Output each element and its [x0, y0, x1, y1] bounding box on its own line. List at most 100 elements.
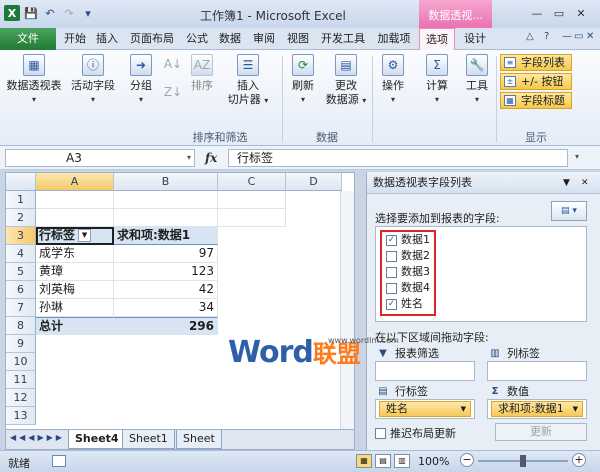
tab-view[interactable]: 视图 [283, 28, 313, 50]
filter-dropdown-icon[interactable]: ▼ [78, 229, 92, 242]
tab-design[interactable]: 设计 [458, 28, 492, 50]
sort-button[interactable]: AZ 排序 [186, 54, 218, 93]
save-icon[interactable]: 💾 [23, 5, 39, 21]
normal-view-icon[interactable]: ▦ [356, 454, 372, 468]
pivot-value[interactable]: 34 [114, 299, 218, 317]
value-field-pill[interactable]: 求和项:数据1 ▼ [491, 401, 583, 417]
chevron-down-icon[interactable]: ▼ [573, 402, 578, 416]
field-item[interactable]: 数据4 [386, 280, 430, 296]
cell[interactable] [36, 209, 114, 227]
zoom-level[interactable]: 100% [418, 455, 449, 468]
row-header[interactable]: 8 [6, 317, 36, 335]
row-labels-dropzone[interactable]: 姓名 ▼ [375, 399, 475, 419]
column-labels-dropzone[interactable] [487, 361, 587, 381]
formula-input[interactable]: 行标签 [228, 149, 568, 167]
row-header[interactable]: 9 [6, 335, 36, 353]
excel-app-icon[interactable]: X [4, 5, 20, 21]
customize-qat-icon[interactable]: ▾ [80, 5, 96, 21]
row-header[interactable]: 10 [6, 353, 36, 371]
expand-buttons-button[interactable]: ± +/- 按钮 [500, 73, 572, 90]
tab-formulas[interactable]: 公式 [182, 28, 212, 50]
tab-data[interactable]: 数据 [215, 28, 245, 50]
row-header[interactable]: 5 [6, 263, 36, 281]
name-box[interactable]: A3 ▾ [5, 149, 195, 167]
actions-button[interactable]: ⚙ 操作 ▾ [376, 54, 410, 107]
tab-page-layout[interactable]: 页面布局 [125, 28, 179, 50]
pane-close-icon[interactable]: ✕ [581, 172, 589, 194]
pivot-row-label[interactable]: 刘英梅 [36, 281, 114, 299]
chevron-down-icon[interactable]: ▼ [461, 402, 466, 416]
doc-restore-icon[interactable]: ▭ [574, 31, 583, 42]
pivot-total-label[interactable]: 总计 [36, 317, 114, 335]
close-icon[interactable]: ✕ [570, 4, 592, 22]
ribbon-minimize-icon[interactable]: △ [526, 31, 534, 42]
tab-home[interactable]: 开始 [60, 28, 90, 50]
column-header-c[interactable]: C [218, 173, 286, 191]
pivot-row-label[interactable]: 孙琳 [36, 299, 114, 317]
zoom-slider-thumb[interactable] [520, 455, 526, 467]
column-header-a[interactable]: A [36, 173, 114, 191]
row-header[interactable]: 1 [6, 191, 36, 209]
row-header[interactable]: 6 [6, 281, 36, 299]
tab-options[interactable]: 选项 [419, 28, 455, 50]
change-data-source-button[interactable]: ▤ 更改 数据源 ▾ [324, 54, 368, 108]
pivot-total-value[interactable]: 296 [114, 317, 218, 335]
active-field-button[interactable]: ⓘ 活动字段 ▾ [66, 54, 120, 107]
checkbox-unchecked[interactable] [386, 266, 397, 278]
cell[interactable] [114, 191, 218, 209]
vertical-scrollbar[interactable] [340, 191, 354, 429]
zoom-out-icon[interactable]: − [460, 453, 474, 467]
cell[interactable] [218, 209, 286, 227]
checkbox-unchecked[interactable] [386, 250, 397, 262]
pivot-value[interactable]: 97 [114, 245, 218, 263]
tab-addins[interactable]: 加载项 [372, 28, 416, 50]
checkbox-checked[interactable]: ✓ [386, 234, 397, 246]
field-layout-button[interactable]: ▤ ▾ [551, 201, 587, 221]
field-item[interactable]: ✓ 数据1 [386, 232, 430, 248]
page-layout-view-icon[interactable]: ▤ [375, 454, 391, 468]
sheet-tab[interactable]: Sheet1 [122, 430, 175, 449]
row-header[interactable]: 13 [6, 407, 36, 425]
cell[interactable] [36, 191, 114, 209]
field-item[interactable]: 数据3 [386, 264, 430, 280]
cell[interactable] [218, 191, 286, 209]
tab-insert[interactable]: 插入 [92, 28, 122, 50]
pivot-value[interactable]: 123 [114, 263, 218, 281]
sheet-nav-icons[interactable]: ◀◀◀▶▶▶ [10, 433, 65, 442]
doc-close-icon[interactable]: ✕ [586, 31, 594, 42]
sheet-tab[interactable]: Sheet4 [68, 430, 126, 449]
row-header[interactable]: 4 [6, 245, 36, 263]
worksheet-grid[interactable]: A B C D 1 2 3 4 5 6 7 8 9 10 11 12 13 行标… [5, 172, 355, 430]
row-header[interactable]: 7 [6, 299, 36, 317]
zoom-in-icon[interactable]: + [572, 453, 586, 467]
help-icon[interactable]: ? [544, 31, 549, 42]
pivot-value[interactable]: 42 [114, 281, 218, 299]
doc-minimize-icon[interactable]: — [562, 31, 572, 42]
column-header-b[interactable]: B [114, 173, 218, 191]
group-button[interactable]: ➜ 分组 ▾ [124, 54, 158, 107]
undo-icon[interactable]: ↶ [42, 5, 58, 21]
select-all-corner[interactable] [6, 173, 36, 191]
sheet-tab[interactable]: Sheet [176, 430, 222, 449]
row-header[interactable]: 12 [6, 389, 36, 407]
tab-review[interactable]: 审阅 [249, 28, 279, 50]
page-break-view-icon[interactable]: ▥ [394, 454, 410, 468]
field-headers-button[interactable]: ▦ 字段标题 [500, 92, 572, 109]
minimize-icon[interactable]: — [526, 4, 548, 22]
update-button[interactable]: 更新 [495, 423, 587, 441]
checkbox-unchecked[interactable] [386, 282, 397, 294]
restore-icon[interactable]: ▭ [548, 4, 570, 22]
tools-button[interactable]: 🔧 工具 ▾ [460, 54, 494, 107]
calculations-button[interactable]: Σ 计算 ▾ [420, 54, 454, 107]
pivot-row-labels-cell[interactable]: 行标签 ▼ [36, 227, 114, 245]
pivot-row-label[interactable]: 成学东 [36, 245, 114, 263]
tab-developer[interactable]: 开发工具 [316, 28, 370, 50]
row-header[interactable]: 3 [6, 227, 36, 245]
field-item[interactable]: ✓ 姓名 [386, 296, 423, 312]
checkbox-checked[interactable]: ✓ [386, 298, 397, 310]
row-header[interactable]: 11 [6, 371, 36, 389]
field-list-button[interactable]: ≡ 字段列表 [500, 54, 572, 71]
field-item[interactable]: 数据2 [386, 248, 430, 264]
row-header[interactable]: 2 [6, 209, 36, 227]
cell[interactable] [114, 209, 218, 227]
